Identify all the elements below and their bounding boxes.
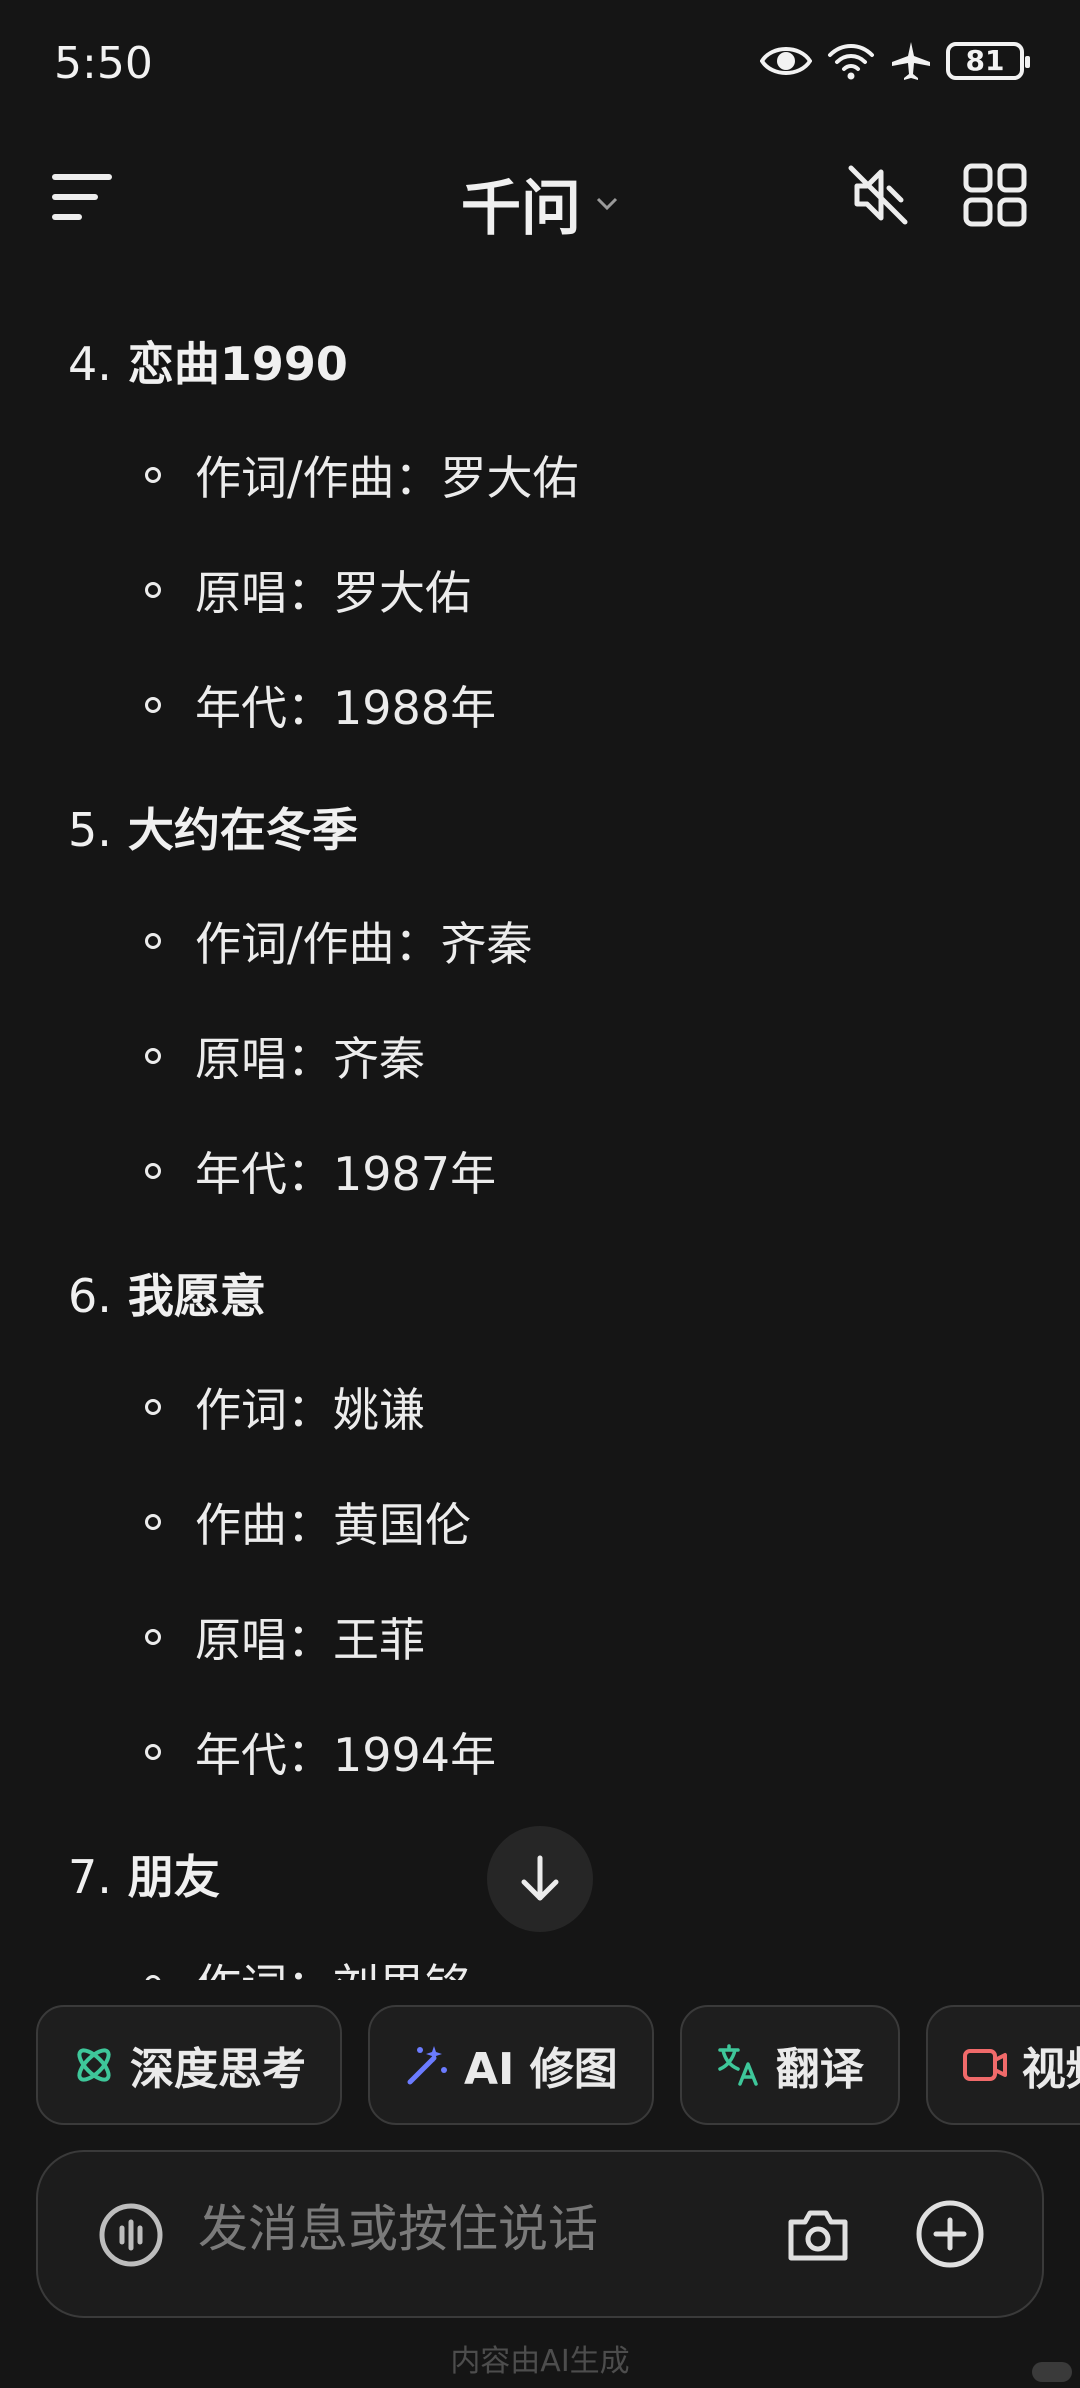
airplane-icon xyxy=(890,40,932,82)
video-icon xyxy=(962,2049,1007,2081)
scroll-down-button[interactable] xyxy=(487,1826,593,1932)
song-detail: 作词：姚谦 xyxy=(145,1374,425,1440)
song-detail: 作词：刘思铭 xyxy=(145,1950,471,1980)
song-detail: 作词/作曲：齐秦 xyxy=(145,908,533,974)
song-detail: 年代：1994年 xyxy=(145,1719,496,1785)
apps-button[interactable] xyxy=(962,162,1028,228)
song-detail: 原唱：王菲 xyxy=(145,1604,425,1670)
song-item: 4. 恋曲1990 xyxy=(68,328,348,394)
chip-label: 视频 xyxy=(1021,2044,1080,2095)
song-detail: 作曲：黄国伦 xyxy=(145,1489,471,1555)
song-detail: 年代：1987年 xyxy=(145,1138,496,1204)
arrow-down-icon xyxy=(521,1855,559,1901)
chip-video[interactable]: 视频 xyxy=(925,2005,1080,2125)
wifi-icon xyxy=(826,41,876,81)
song-item: 6. 我愿意 xyxy=(68,1260,266,1326)
chip-ai-retouch[interactable]: AI 修图 xyxy=(368,2005,654,2125)
add-button[interactable] xyxy=(914,2198,986,2270)
screen: 5:50 81 千问 4. 恋曲1990 作词/作曲：罗大佑 原唱：罗大佑 年代… xyxy=(0,0,1080,2388)
app-header: 千问 xyxy=(0,140,1080,250)
song-detail: 原唱：罗大佑 xyxy=(145,557,471,623)
feature-chips: 深度思考 AI 修图 翻译 视频 xyxy=(36,2005,1080,2125)
song-detail: 原唱：齐秦 xyxy=(145,1023,425,1089)
watermark-badge xyxy=(1032,2362,1072,2382)
speaker-muted-icon xyxy=(848,165,908,225)
song-title: 6. 我愿意 xyxy=(68,1269,266,1323)
song-detail: 年代：1988年 xyxy=(145,672,496,738)
battery-indicator: 81 xyxy=(946,42,1030,80)
voice-button[interactable] xyxy=(98,2202,164,2268)
status-icons: 81 xyxy=(760,40,1030,82)
chip-label: 翻译 xyxy=(775,2044,864,2095)
song-title: 7. 朋友 xyxy=(68,1850,220,1904)
song-item: 5. 大约在冬季 xyxy=(68,794,358,860)
song-title: 5. 大约在冬季 xyxy=(68,803,358,857)
chip-translate[interactable]: 翻译 xyxy=(679,2005,900,2125)
song-detail: 作词/作曲：罗大佑 xyxy=(145,442,579,508)
song-title: 4. 恋曲1990 xyxy=(68,337,348,391)
mute-button[interactable] xyxy=(845,162,911,228)
camera-button[interactable] xyxy=(783,2200,853,2270)
chip-label: 深度思考 xyxy=(130,2044,306,2095)
app-title: 千问 xyxy=(461,174,581,244)
chevron-down-icon xyxy=(596,197,618,210)
magic-wand-icon xyxy=(407,2046,447,2085)
grid-icon xyxy=(963,163,1027,227)
status-bar: 5:50 81 xyxy=(0,0,1080,130)
status-time: 5:50 xyxy=(54,38,153,89)
song-item: 7. 朋友 xyxy=(68,1841,220,1907)
message-input-bar xyxy=(36,2150,1044,2318)
chat-content[interactable]: 4. 恋曲1990 作词/作曲：罗大佑 原唱：罗大佑 年代：1988年 5. 大… xyxy=(0,300,1080,1980)
eye-icon xyxy=(760,43,812,79)
chip-label: AI 修图 xyxy=(464,2044,618,2095)
title-dropdown[interactable]: 千问 xyxy=(0,160,1080,247)
camera-icon xyxy=(788,2210,848,2261)
message-input[interactable] xyxy=(198,2200,758,2258)
atom-icon xyxy=(77,2048,111,2082)
voice-wave-icon xyxy=(99,2203,163,2267)
translate-icon xyxy=(718,2044,758,2086)
battery-level: 81 xyxy=(965,44,1005,77)
chip-deep-thinking[interactable]: 深度思考 xyxy=(36,2005,342,2125)
ai-disclaimer: 内容由AI生成 xyxy=(450,2344,630,2379)
plus-circle-icon xyxy=(916,2200,984,2268)
